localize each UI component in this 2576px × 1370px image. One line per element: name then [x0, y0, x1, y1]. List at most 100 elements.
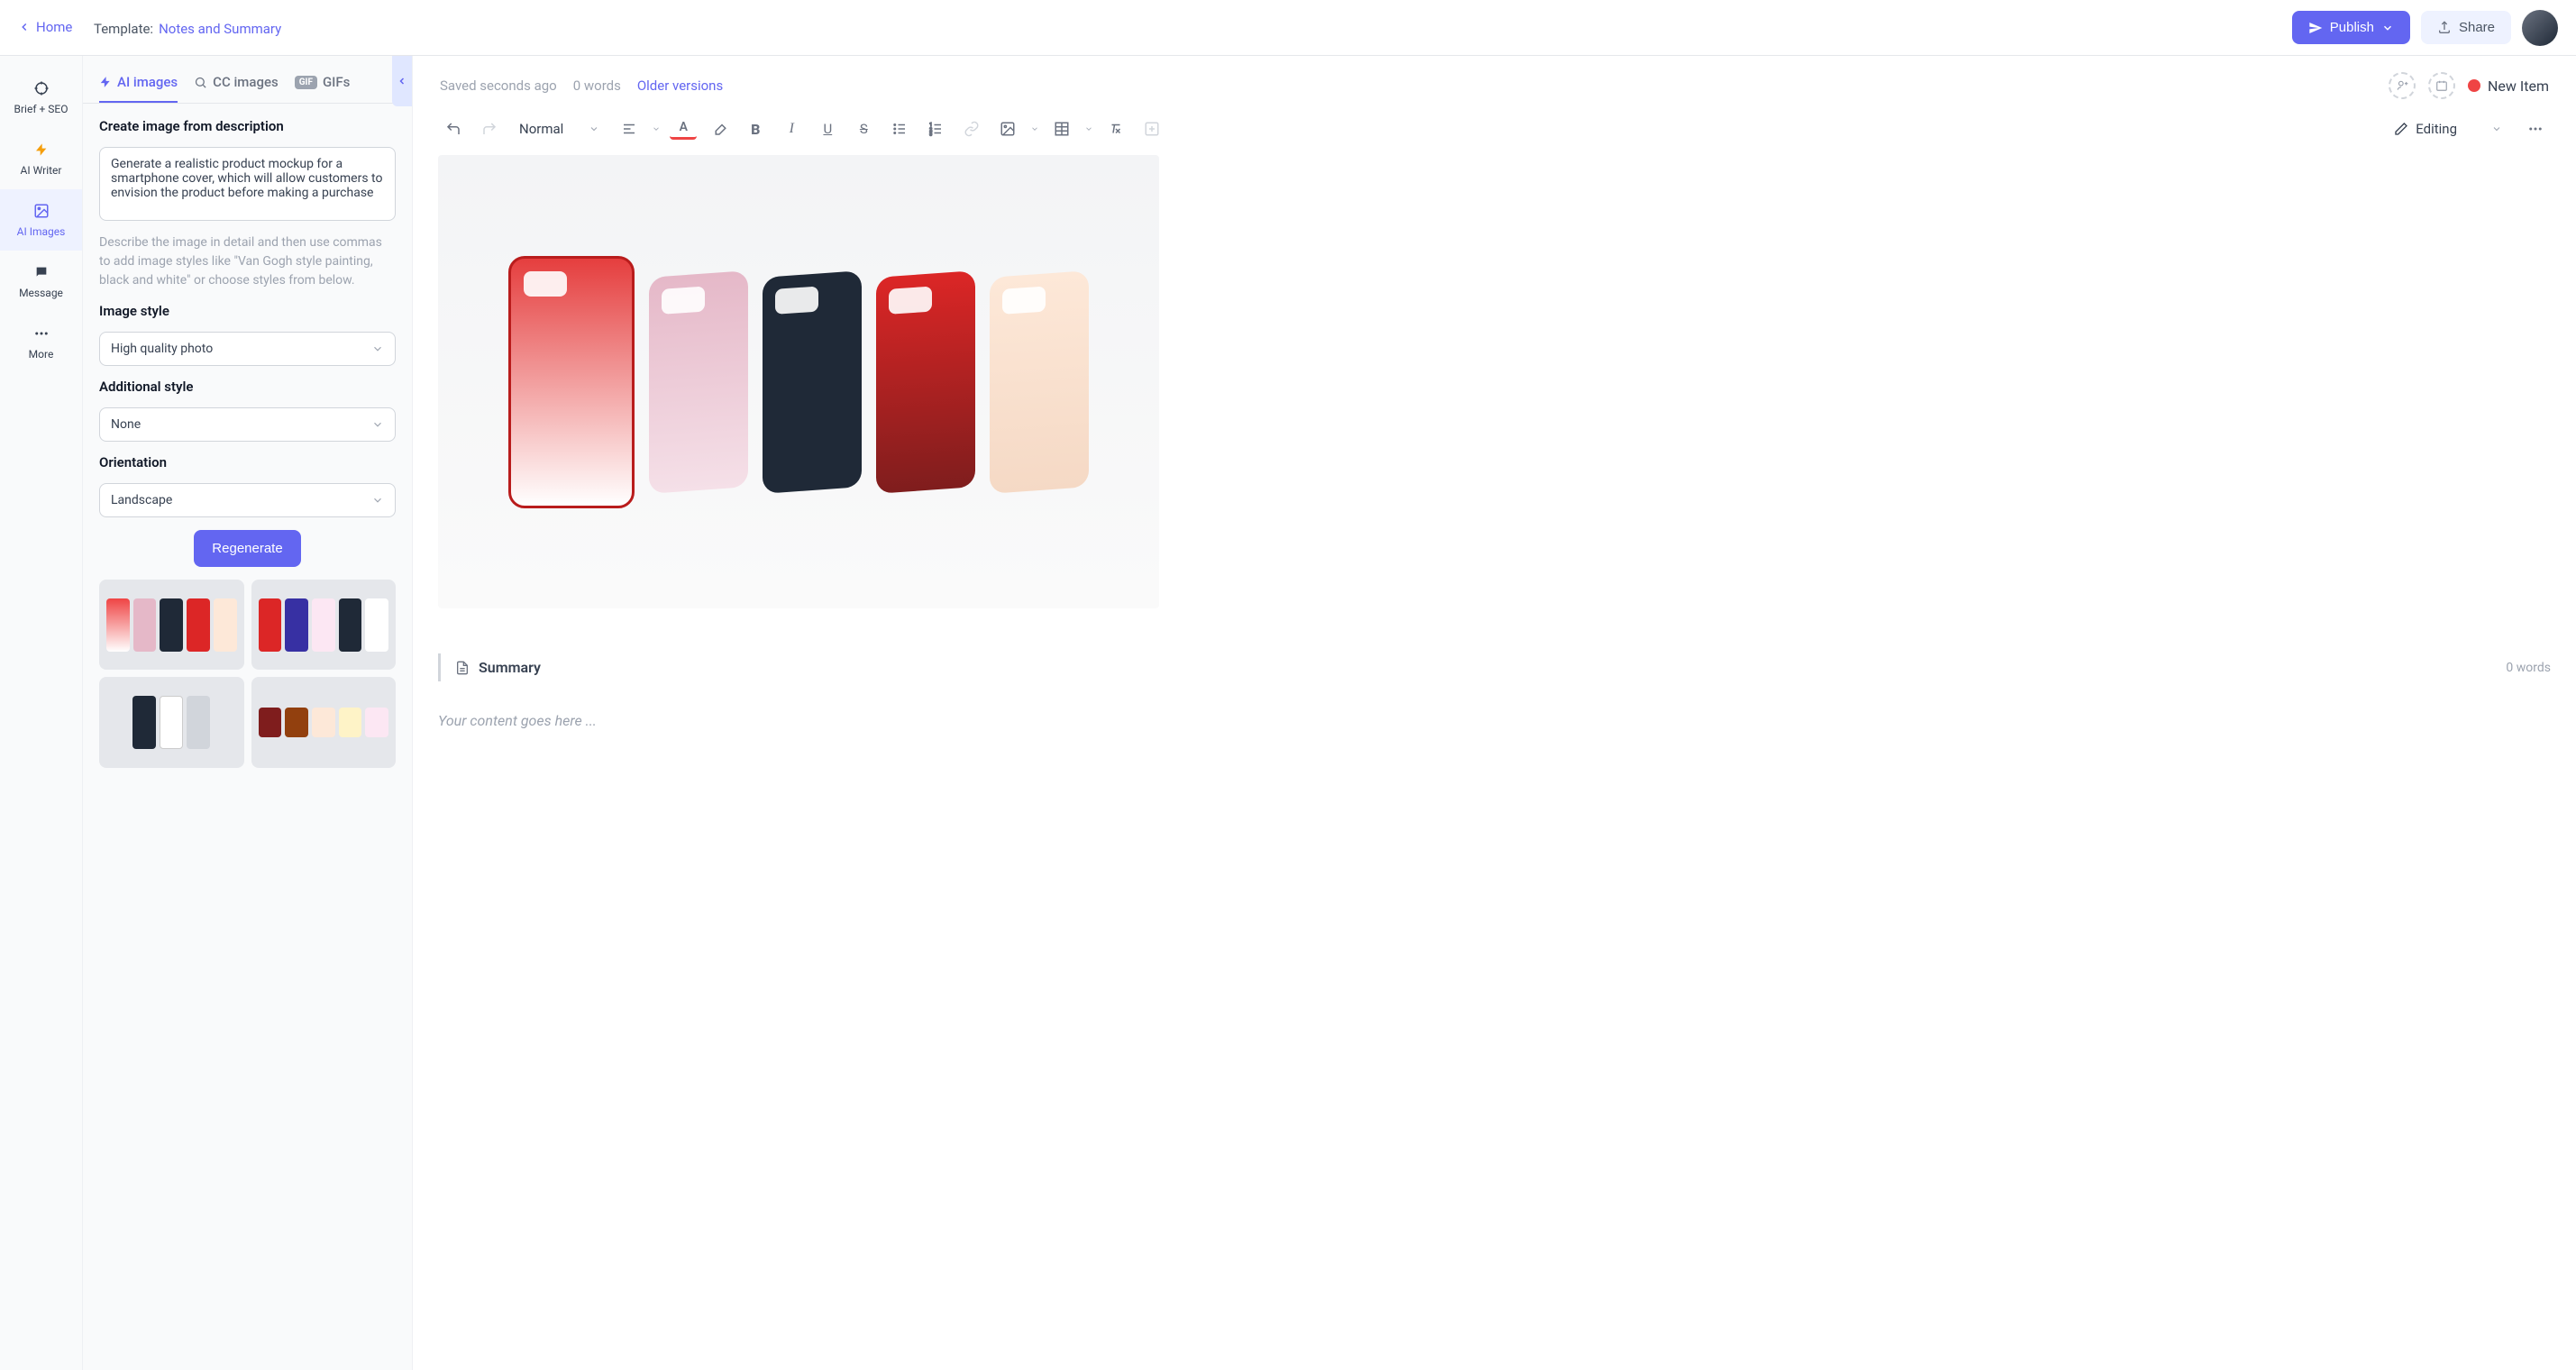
image-button[interactable] — [994, 115, 1021, 142]
editing-mode-select[interactable]: Editing — [2383, 117, 2513, 141]
template-name-link[interactable]: Notes and Summary — [159, 21, 281, 37]
table-icon — [1054, 121, 1070, 137]
chevron-down-icon[interactable] — [652, 124, 661, 133]
chevron-down-icon — [2381, 22, 2394, 34]
status-row: Saved seconds ago 0 words Older versions — [440, 78, 723, 94]
redo-button[interactable] — [476, 115, 503, 142]
underline-icon: U — [823, 121, 832, 137]
older-versions-link[interactable]: Older versions — [637, 78, 723, 94]
thumbnail-4[interactable] — [251, 677, 397, 767]
sidebar-panel: AI images CC images GIF GIFs Create imag… — [83, 56, 413, 1370]
italic-button[interactable]: I — [778, 115, 805, 142]
undo-icon — [445, 121, 461, 137]
bolt-icon — [32, 141, 50, 159]
clear-format-button[interactable] — [1102, 115, 1129, 142]
rail-label: AI Images — [17, 225, 66, 238]
table-button[interactable] — [1048, 115, 1075, 142]
plus-square-icon — [1144, 121, 1160, 137]
list-bullet-icon — [891, 121, 908, 137]
additional-style-value: None — [111, 417, 141, 432]
dots-icon — [2527, 121, 2544, 137]
image-style-value: High quality photo — [111, 342, 213, 356]
clear-format-icon — [1108, 121, 1124, 137]
rail-item-message[interactable]: Message — [0, 251, 82, 312]
rail-item-more[interactable]: More — [0, 312, 82, 373]
chevron-left-icon — [397, 76, 407, 87]
block-format-select[interactable]: Normal — [512, 117, 607, 141]
share-label: Share — [2459, 20, 2495, 35]
summary-block: Summary 0 words — [438, 653, 2551, 681]
home-label: Home — [36, 19, 72, 35]
image-description-input[interactable] — [99, 147, 396, 221]
content-placeholder[interactable]: Your content goes here ... — [438, 699, 2551, 742]
editor-toolbar: Normal A B I U S 123 Editing — [438, 108, 2551, 155]
summary-header: Summary 0 words — [455, 653, 2551, 681]
link-button[interactable] — [958, 115, 985, 142]
rail-label: AI Writer — [21, 164, 62, 177]
thumbnail-3[interactable] — [99, 677, 244, 767]
calendar-icon — [2435, 79, 2448, 92]
template-label: Template: — [94, 21, 153, 37]
additional-style-select[interactable]: None — [99, 407, 396, 442]
send-icon — [2308, 21, 2323, 35]
publish-label: Publish — [2330, 20, 2374, 35]
hero-image[interactable] — [438, 155, 1159, 608]
align-left-icon — [621, 121, 637, 137]
orientation-label: Orientation — [99, 454, 396, 470]
insert-block-button[interactable] — [1138, 115, 1165, 142]
thumbnail-1[interactable] — [99, 580, 244, 670]
highlight-button[interactable] — [706, 115, 733, 142]
template-row: Template: Notes and Summary — [94, 21, 281, 37]
phone-case-pink — [649, 270, 748, 494]
chevron-down-icon[interactable] — [1030, 124, 1039, 133]
more-options-button[interactable] — [2522, 115, 2549, 142]
description-hint: Describe the image in detail and then us… — [99, 233, 396, 290]
message-icon — [32, 263, 50, 281]
publish-button[interactable]: Publish — [2292, 11, 2410, 44]
text-color-button[interactable]: A — [670, 118, 697, 140]
strikethrough-button[interactable]: S — [850, 115, 877, 142]
new-item-status[interactable]: New Item — [2468, 78, 2549, 95]
sidebar-tabs: AI images CC images GIF GIFs — [83, 56, 412, 104]
chevron-down-icon — [371, 418, 384, 431]
tab-label: AI images — [117, 74, 178, 90]
highlighter-icon — [711, 121, 727, 137]
collapse-sidebar-button[interactable] — [392, 56, 412, 106]
header-left: Home Template: Notes and Summary — [18, 19, 281, 37]
gif-badge-icon: GIF — [295, 76, 317, 89]
thumbnail-2[interactable] — [251, 580, 397, 670]
phone-case-beige — [990, 270, 1089, 494]
rail-item-brief-seo[interactable]: Brief + SEO — [0, 67, 82, 128]
search-icon — [194, 76, 207, 89]
regenerate-button[interactable]: Regenerate — [194, 530, 300, 567]
rail-label: Brief + SEO — [14, 103, 69, 115]
chevron-down-icon[interactable] — [1084, 124, 1093, 133]
document-icon — [455, 661, 470, 675]
numbered-list-button[interactable]: 123 — [922, 115, 949, 142]
align-button[interactable] — [616, 115, 643, 142]
app-header: Home Template: Notes and Summary Publish… — [0, 0, 2576, 56]
add-date-button[interactable] — [2428, 72, 2455, 99]
link-icon — [964, 121, 980, 137]
tab-gifs[interactable]: GIF GIFs — [295, 67, 351, 103]
image-gen-panel: Create image from description Describe t… — [83, 104, 412, 782]
underline-button[interactable]: U — [814, 115, 841, 142]
bullet-list-button[interactable] — [886, 115, 913, 142]
bold-button[interactable]: B — [742, 115, 769, 142]
add-user-button[interactable] — [2389, 72, 2416, 99]
rail-label: More — [29, 348, 54, 361]
undo-button[interactable] — [440, 115, 467, 142]
image-icon — [32, 202, 50, 220]
user-avatar[interactable] — [2522, 10, 2558, 46]
share-button[interactable]: Share — [2421, 11, 2511, 44]
chevron-left-icon — [18, 21, 31, 33]
rail-item-ai-images[interactable]: AI Images — [0, 189, 82, 251]
orientation-select[interactable]: Landscape — [99, 483, 396, 517]
image-icon — [1000, 121, 1016, 137]
block-format-value: Normal — [519, 121, 563, 137]
image-style-select[interactable]: High quality photo — [99, 332, 396, 366]
tab-cc-images[interactable]: CC images — [194, 67, 279, 103]
rail-item-ai-writer[interactable]: AI Writer — [0, 128, 82, 189]
tab-ai-images[interactable]: AI images — [99, 67, 178, 103]
header-right: Publish Share — [2292, 10, 2558, 46]
